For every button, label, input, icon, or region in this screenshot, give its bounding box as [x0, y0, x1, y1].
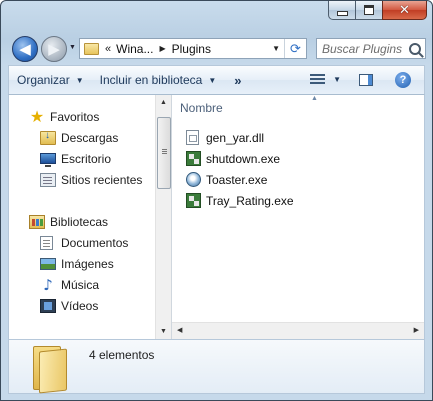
nav-label: Favoritos [50, 110, 100, 124]
views-icon[interactable] [310, 74, 325, 86]
explorer-window: ✕ ◀ ▶ ▼ « Wina... ▶ Plugins ▼ ⟳ Organiza… [0, 0, 433, 401]
search-icon[interactable] [409, 42, 421, 55]
search-input[interactable] [322, 41, 406, 56]
forward-arrow-icon: ▶ [48, 41, 60, 58]
nav-item-desktop[interactable]: Escritorio [40, 150, 111, 168]
navigation-pane-scrollbar[interactable]: ▲ ▼ [155, 95, 172, 339]
file-name: Tray_Rating.exe [206, 193, 294, 208]
breadcrumb-winamp[interactable]: Wina... [116, 42, 153, 56]
search-box[interactable] [316, 38, 426, 59]
nav-item-libraries[interactable]: Bibliotecas [29, 213, 108, 231]
content-area: ★ Favoritos Descargas Escritorio Sitios … [8, 95, 425, 340]
nav-item-documents[interactable]: Documentos [40, 234, 128, 252]
file-item[interactable]: gen_yar.dll [186, 128, 264, 147]
toaster-app-icon [186, 172, 201, 187]
music-icon: ♪ [43, 276, 53, 294]
navigation-bar: ◀ ▶ ▼ « Wina... ▶ Plugins ▼ ⟳ [1, 31, 432, 63]
back-button[interactable]: ◀ [12, 36, 38, 62]
more-commands-button[interactable]: » [234, 73, 241, 88]
column-header-name[interactable]: Nombre [180, 101, 223, 115]
breadcrumb-plugins[interactable]: Plugins [172, 42, 211, 56]
help-icon[interactable]: ? [395, 72, 411, 88]
downloads-folder-icon [40, 130, 56, 145]
pictures-icon [40, 258, 56, 270]
close-button[interactable]: ✕ [382, 1, 427, 20]
exe-file-icon [186, 193, 201, 208]
file-list-horizontal-scrollbar[interactable]: ◀ ▶ [172, 322, 424, 339]
minimize-button[interactable] [328, 1, 355, 20]
star-icon: ★ [29, 107, 45, 126]
videos-icon [40, 299, 56, 313]
recent-places-icon [40, 173, 56, 187]
file-name: gen_yar.dll [206, 130, 265, 145]
nav-label: Bibliotecas [50, 215, 109, 229]
item-count: 4 elementos [89, 348, 155, 362]
back-arrow-icon: ◀ [19, 41, 31, 58]
organize-menu[interactable]: Organizar ▼ [9, 69, 92, 91]
nav-item-recent-places[interactable]: Sitios recientes [40, 171, 142, 189]
sort-ascending-icon: ▲ [311, 95, 318, 102]
refresh-button[interactable]: ⟳ [284, 39, 306, 58]
folder-icon [84, 42, 99, 55]
file-item[interactable]: shutdown.exe [186, 149, 280, 168]
navigation-pane: ★ Favoritos Descargas Escritorio Sitios … [9, 95, 155, 339]
close-icon: ✕ [399, 2, 410, 18]
scroll-right-icon[interactable]: ▶ [414, 326, 419, 334]
organize-label: Organizar [17, 73, 70, 87]
preview-pane-icon[interactable] [359, 74, 373, 86]
file-item[interactable]: Tray_Rating.exe [186, 191, 294, 210]
exe-file-icon [186, 151, 201, 166]
libraries-icon [29, 215, 45, 229]
include-in-library-menu[interactable]: Incluir en biblioteca ▼ [92, 69, 225, 91]
window-caption-buttons: ✕ [328, 1, 427, 21]
desktop-icon [40, 152, 56, 167]
forward-button[interactable]: ▶ [41, 36, 67, 62]
breadcrumb-separator[interactable]: ▶ [159, 44, 165, 53]
folder-icon [29, 346, 69, 394]
scroll-thumb[interactable] [157, 117, 171, 189]
scroll-up-icon[interactable]: ▲ [160, 99, 167, 106]
nav-label: Sitios recientes [61, 173, 143, 187]
file-item[interactable]: Toaster.exe [186, 170, 267, 189]
nav-item-favorites[interactable]: ★ Favoritos [29, 107, 100, 126]
nav-label: Imágenes [61, 257, 114, 271]
scroll-down-icon[interactable]: ▼ [160, 328, 167, 335]
nav-item-videos[interactable]: Vídeos [40, 297, 98, 315]
minimize-icon [336, 10, 348, 16]
views-dropdown-icon[interactable]: ▼ [333, 75, 341, 84]
recent-pages-dropdown[interactable]: ▼ [69, 44, 76, 51]
address-dropdown-icon[interactable]: ▼ [272, 44, 280, 53]
dll-file-icon [186, 130, 199, 145]
file-name: shutdown.exe [206, 151, 281, 166]
file-name: Toaster.exe [206, 172, 268, 187]
scroll-left-icon[interactable]: ◀ [177, 326, 182, 334]
include-in-library-label: Incluir en biblioteca [99, 73, 203, 87]
command-bar: Organizar ▼ Incluir en biblioteca ▼ » ▼ … [8, 65, 425, 95]
nav-label: Música [61, 278, 100, 292]
refresh-icon: ⟳ [290, 40, 301, 56]
nav-label: Escritorio [61, 152, 112, 166]
chevron-down-icon: ▼ [208, 75, 217, 85]
nav-label: Vídeos [61, 299, 99, 313]
nav-label: Documentos [61, 236, 129, 250]
nav-label: Descargas [61, 131, 119, 145]
scroll-grip-icon [162, 149, 167, 150]
breadcrumb-overflow[interactable]: « [105, 43, 111, 55]
nav-item-music[interactable]: ♪ Música [40, 276, 99, 294]
nav-item-pictures[interactable]: Imágenes [40, 255, 114, 273]
maximize-button[interactable] [355, 1, 382, 20]
file-list-pane: ▲ Nombre gen_yar.dll shutdown.exe Toaste… [172, 95, 424, 339]
chevron-down-icon: ▼ [75, 75, 84, 85]
address-bar[interactable]: « Wina... ▶ Plugins ▼ ⟳ [79, 38, 307, 59]
maximize-icon [364, 5, 374, 15]
documents-icon [40, 236, 53, 250]
details-pane: 4 elementos [8, 340, 425, 394]
nav-item-downloads[interactable]: Descargas [40, 129, 118, 147]
